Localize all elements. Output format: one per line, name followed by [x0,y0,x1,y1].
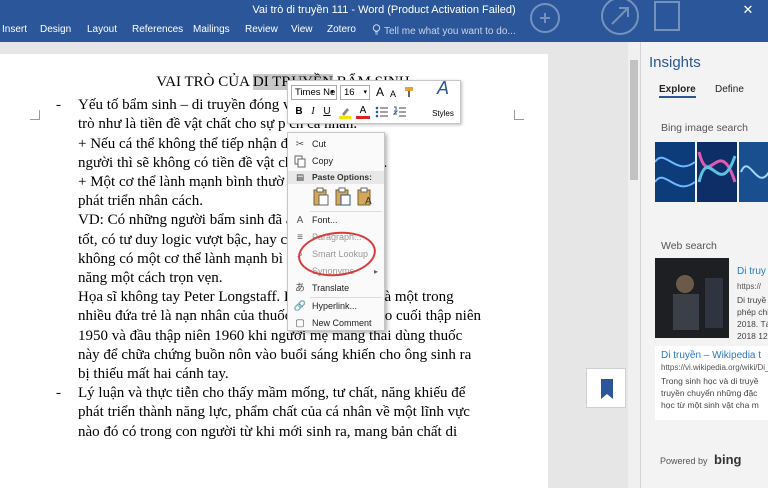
translate-icon: あ [295,283,305,294]
highlight-button[interactable] [337,105,353,124]
paragraph-2: Lý luận và thực tiễn cho thấy mầm mống, … [78,385,470,440]
bold-button[interactable]: B [293,105,305,119]
menu-item-translate[interactable]: あ Translate [288,280,384,297]
paste-text-icon: A [357,187,372,207]
font-color-button[interactable]: A [356,105,370,119]
highlighter-icon [339,108,351,119]
web-result-2[interactable]: Di truyền – Wikipedia t https://vi.wikip… [655,346,768,420]
tab-explore[interactable]: Explore [659,84,696,98]
font-icon: A [296,215,304,226]
tab-references[interactable]: References [132,24,183,35]
tab-insert[interactable]: Insert [2,24,27,35]
bullet: - [56,385,61,402]
bullets-button[interactable] [374,105,390,124]
tab-layout[interactable]: Layout [87,24,117,35]
dna-image [655,142,768,202]
chevron-down-icon: ▾ [330,89,334,96]
paste-options-header: ▤ Paste Options: [288,171,384,184]
tab-zotero[interactable]: Zotero [327,24,356,35]
styles-button[interactable]: Styles [428,107,458,121]
format-painter-button[interactable] [402,85,418,104]
paintbrush-icon [405,87,413,97]
shrink-font-button[interactable]: A [388,87,398,101]
tab-review[interactable]: Review [245,24,278,35]
web-result-1[interactable]: Di truy https:// Di truyề phép chi 2018.… [655,258,768,341]
styles-icon: A [436,78,449,98]
paste-keep-format-button[interactable] [312,187,330,207]
menu-item-new-comment[interactable]: ▢ New Comment [288,315,384,332]
bullets-icon [375,106,388,118]
result-1-url: https:// [737,282,762,291]
bing-image-search-heading: Bing image search [661,122,748,134]
font-name-box[interactable]: Times Ne ▾ [291,85,337,100]
chevron-down-icon: ▾ [363,89,367,96]
ribbon-decoration [515,0,685,42]
result-1-title[interactable]: Di truy [737,266,766,277]
insights-pane: Insights Explore Define Bing image searc… [640,42,768,488]
comment-icon: ▢ [295,318,305,329]
chevron-right-icon: ▸ [373,267,378,276]
crop-mark [514,110,524,120]
svg-text:A: A [365,196,372,207]
tell-me-box[interactable]: Tell me what you want to do... [372,24,516,37]
bookmark-icon [601,379,613,399]
tab-mailings[interactable]: Mailings [193,24,230,35]
dna-image-strip[interactable] [655,142,768,202]
copy-icon [292,153,308,170]
tell-me-text: Tell me what you want to do... [384,26,516,37]
result-1-snippet: Di truyề phép chi 2018. Tá 2018 12 [737,295,768,341]
numbering-icon [392,106,406,117]
mini-toolbar: Times Ne ▾ 16 ▾ A A A Styles B I U A [287,78,461,124]
paste-merge-icon [335,187,351,206]
paste-merge-format-button[interactable] [334,187,352,207]
insights-bookmark-button[interactable] [586,368,626,408]
font-size-box[interactable]: 16 ▾ [340,85,370,100]
clipboard-icon: ▤ [295,172,305,182]
scissors-icon: ✂ [295,139,305,150]
italic-button[interactable]: I [307,105,319,119]
menu-item-cut[interactable]: ✂ Cut [288,136,384,153]
bullet: - [56,97,61,114]
paste-text-only-button[interactable]: A [356,187,374,207]
insights-title: Insights [649,54,701,71]
result-2-snippet: Trong sinh học và di truyề truyền chuyển… [661,376,759,410]
bing-logo-icon: bing [714,452,742,467]
menu-item-copy[interactable]: Copy [288,153,384,170]
tab-view[interactable]: View [291,24,313,35]
tab-design[interactable]: Design [40,24,71,35]
crop-mark [30,110,40,120]
result-thumbnail [655,258,729,338]
close-window-button[interactable]: ✕ [728,0,768,20]
underline-button[interactable]: U [321,105,333,119]
menu-item-hyperlink[interactable]: 🔗 Hyperlink... [288,298,384,315]
scrollbar-thumb[interactable] [630,60,638,180]
ribbon: Vai trò di truyền 111 - Word (Product Ac… [0,0,768,42]
menu-item-font[interactable]: A Font... [288,212,384,229]
link-icon: 🔗 [293,301,307,312]
paste-keep-source-icon [313,187,329,206]
lightbulb-icon [372,24,381,35]
numbering-button[interactable] [392,105,408,124]
result-2-url: https://vi.wikipedia.org/wiki/Di_truyền [661,363,768,372]
web-search-heading: Web search [661,240,717,252]
powered-by-bing: Powered by bing [660,452,742,467]
result-2-title[interactable]: Di truyền – Wikipedia t [661,350,765,361]
vertical-scrollbar[interactable] [628,42,640,488]
tab-define[interactable]: Define [715,84,744,95]
grow-font-button[interactable]: A [374,85,386,99]
